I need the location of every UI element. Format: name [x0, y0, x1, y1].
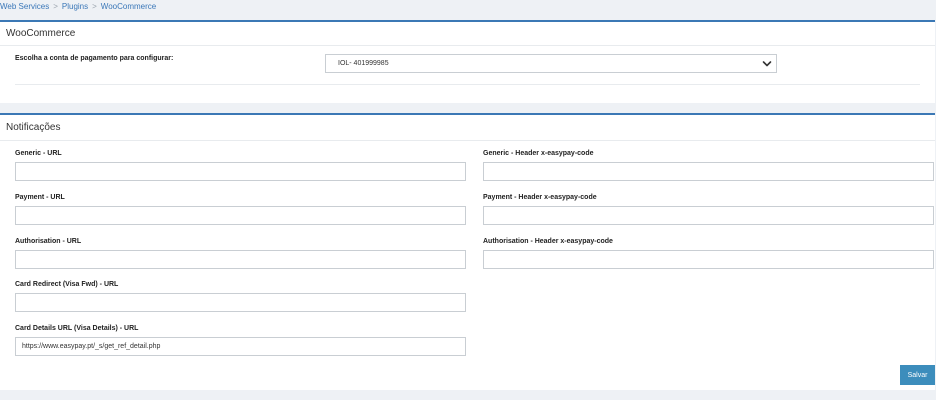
chevron-right-icon: > [92, 2, 97, 11]
divider [0, 140, 935, 141]
panel-title: WooCommerce [6, 28, 76, 39]
card-details-label: Card Details URL (Visa Details) - URL [15, 325, 139, 332]
chevron-right-icon: > [53, 2, 58, 11]
authorisation-url-label: Authorisation - URL [15, 238, 82, 245]
authorisation-header-label: Authorisation - Header x-easypay-code [483, 238, 613, 245]
payment-url-input[interactable] [15, 206, 466, 225]
authorisation-header-input[interactable] [483, 250, 934, 269]
generic-header-label: Generic - Header x-easypay-code [483, 150, 594, 157]
panel-title: Notificações [6, 122, 61, 133]
save-button[interactable]: Salvar [900, 365, 935, 385]
card-redirect-input[interactable] [15, 293, 466, 312]
account-select-value: IOL- 401999985 [338, 60, 389, 67]
authorisation-url-input[interactable] [15, 250, 466, 269]
account-select[interactable]: IOL- 401999985 [325, 54, 777, 73]
account-label: Escolha a conta de pagamento para config… [15, 55, 174, 62]
breadcrumb-item-web-services[interactable]: Web Services [0, 0, 49, 13]
chevron-down-icon [762, 61, 772, 67]
breadcrumb: Web Services > Plugins > WooCommerce [0, 0, 156, 13]
notifications-panel: Notificações Generic - URL Payment - URL… [0, 113, 935, 390]
woocommerce-panel: WooCommerce Escolha a conta de pagamento… [0, 20, 935, 103]
payment-header-label: Payment - Header x-easypay-code [483, 194, 597, 201]
generic-url-input[interactable] [15, 162, 466, 181]
card-details-input[interactable]: https://www.easypay.pt/_s/get_ref_detail… [15, 337, 466, 356]
breadcrumb-item-plugins[interactable]: Plugins [62, 0, 88, 13]
generic-header-input[interactable] [483, 162, 934, 181]
payment-url-label: Payment - URL [15, 194, 65, 201]
breadcrumb-item-woocommerce[interactable]: WooCommerce [101, 0, 156, 13]
payment-header-input[interactable] [483, 206, 934, 225]
generic-url-label: Generic - URL [15, 150, 62, 157]
divider [0, 45, 935, 46]
card-redirect-label: Card Redirect (Visa Fwd) - URL [15, 281, 119, 288]
divider [15, 84, 920, 85]
